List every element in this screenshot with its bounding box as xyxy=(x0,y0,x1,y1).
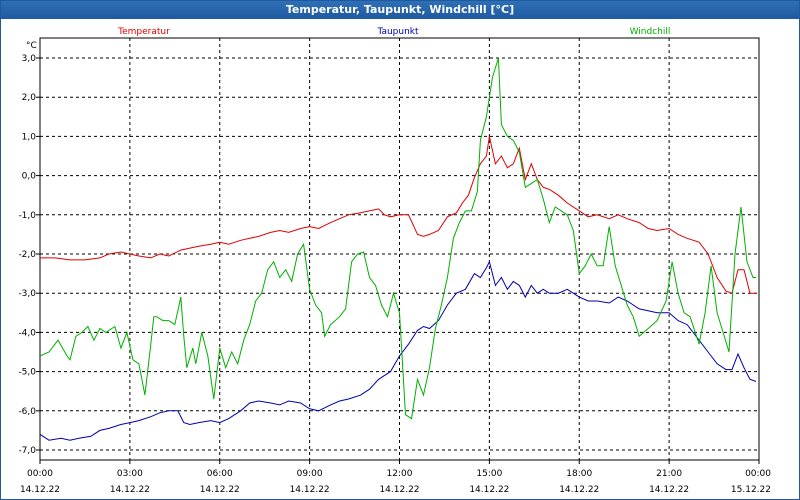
x-tick-date: 14.12.22 xyxy=(290,485,330,495)
x-tick-time: 06:00 xyxy=(207,469,233,479)
y-tick-label: 3,0 xyxy=(22,54,37,64)
x-tick-date: 14.12.22 xyxy=(200,485,240,495)
x-tick-labels: 00:00 14.12.22 03:00 14.12.22 06:00 14.12.22 0… xyxy=(20,469,771,495)
chart-canvas: 3,0 2,0 1,0 0,0 -1,0 -2,0 -3,0 -4,0 -5,0 -6,0 -7,0… xyxy=(18,27,771,495)
x-tick-date: 14.12.22 xyxy=(379,485,419,495)
x-tick-time: 15:00 xyxy=(476,469,502,479)
y-tick-label: -1,0 xyxy=(18,211,36,221)
x-tick-date: 14.12.22 xyxy=(469,485,509,495)
y-tick-label: -2,0 xyxy=(18,250,36,260)
legend-entry-temperatur: Temperatur xyxy=(117,27,170,37)
y-tick-label: 0,0 xyxy=(22,172,37,182)
y-tick-label: -4,0 xyxy=(18,328,36,338)
x-tick-date: 14.12.22 xyxy=(559,485,599,495)
x-tick-date: 15.12.22 xyxy=(731,485,771,495)
x-tick-time: 09:00 xyxy=(297,469,323,479)
y-tick-labels: 3,0 2,0 1,0 0,0 -1,0 -2,0 -3,0 -4,0 -5,0 -6,0 -7,0 xyxy=(18,54,36,456)
legend: Temperatur Taupunkt Windchill xyxy=(117,27,670,37)
y-axis-unit: °C xyxy=(26,41,37,51)
y-tick-label: -3,0 xyxy=(18,289,36,299)
x-tick-time: 18:00 xyxy=(566,469,592,479)
x-tick-time: 21:00 xyxy=(656,469,682,479)
x-tick-time: 12:00 xyxy=(387,469,413,479)
x-tick-date: 14.12.22 xyxy=(110,485,150,495)
x-tick-time: 03:00 xyxy=(117,469,143,479)
y-tick-label: -7,0 xyxy=(18,446,36,456)
y-tick-label: 2,0 xyxy=(22,93,37,103)
x-tick-time: 00:00 xyxy=(745,469,771,479)
y-tick-label: 1,0 xyxy=(22,132,37,142)
y-tick-label: -5,0 xyxy=(18,368,36,378)
y-tick-label: -6,0 xyxy=(18,407,36,417)
x-tick-date: 14.12.22 xyxy=(649,485,689,495)
x-tick-date: 14.12.22 xyxy=(20,485,60,495)
x-tick-time: 00:00 xyxy=(27,469,53,479)
legend-entry-taupunkt: Taupunkt xyxy=(376,27,419,37)
legend-entry-windchill: Windchill xyxy=(630,27,671,37)
